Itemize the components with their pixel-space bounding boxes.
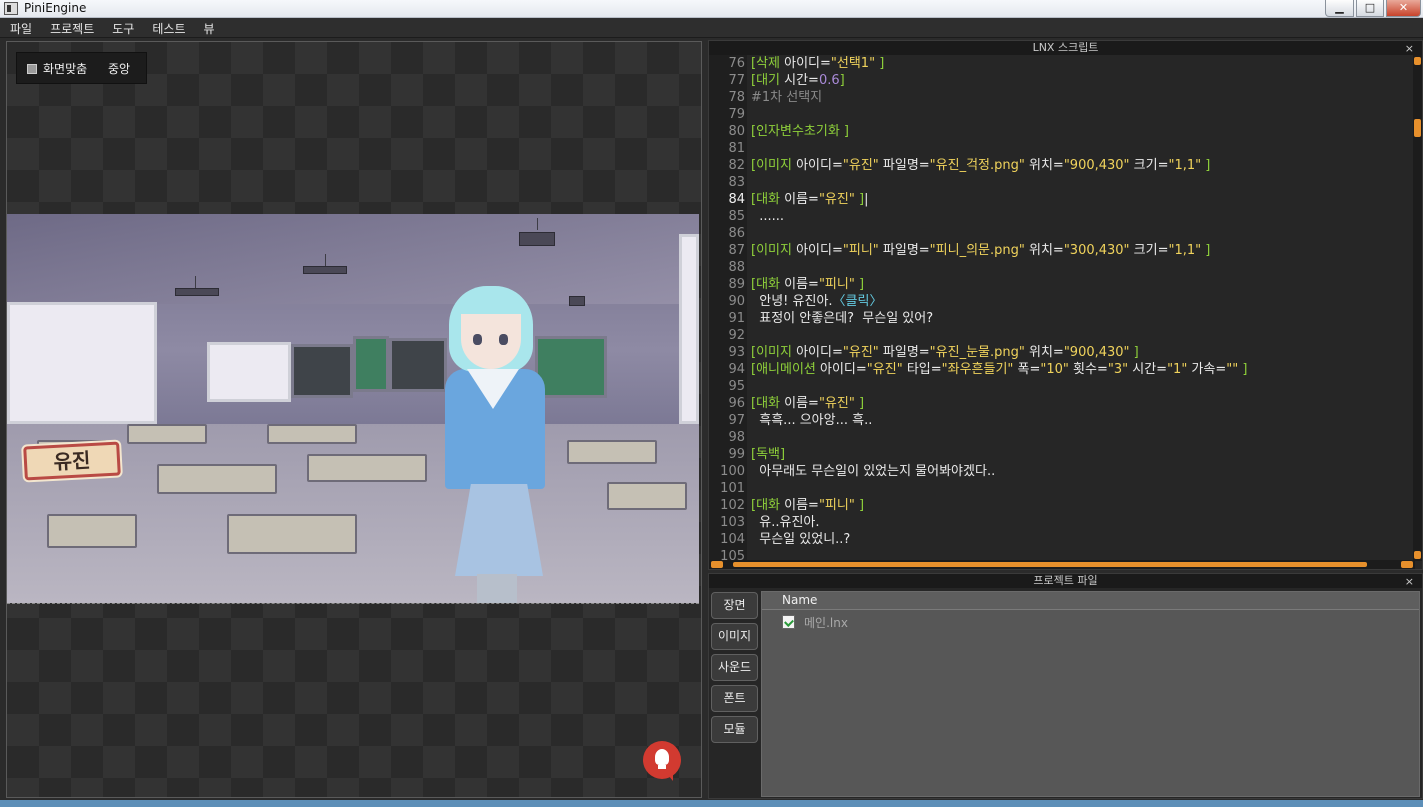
viewport-toolbar: 화면맞춤 중앙 [16, 52, 147, 84]
scroll-right-arrow[interactable] [1401, 561, 1413, 568]
code-line: 79 [728, 107, 745, 122]
blackboard [291, 344, 353, 398]
ceiling-lamp [519, 232, 555, 246]
scroll-down-arrow[interactable] [1414, 551, 1421, 559]
code-line-current: 84 [대화 이름="유진" ]| [728, 192, 869, 207]
project-files-panel: 프로젝트 파일 × 장면 이미지 사운드 폰트 모듈 Name 메인.lnx [708, 573, 1423, 799]
tab-modules[interactable]: 모듈 [711, 716, 758, 743]
code-line: 99 [독백] [728, 447, 786, 462]
classroom-ceiling [7, 214, 699, 304]
horizontal-scroll-thumb[interactable] [733, 562, 1367, 567]
code-line: 94 [애니메이션 아이디="유진" 타입="좌우흔들기" 폭="10" 횟수="… [728, 362, 1248, 377]
character-name-tag: 유진 [23, 441, 121, 481]
code-line: 88 [728, 260, 745, 275]
window-title: PiniEngine [24, 1, 87, 15]
code-line: 87 [이미지 아이디="피니" 파일명="피니_의문.png" 위치="300,… [728, 243, 1211, 258]
maximize-button[interactable]: □ [1356, 0, 1384, 17]
menu-view[interactable]: 뷰 [193, 18, 222, 38]
close-window-button[interactable]: ✕ [1386, 0, 1421, 17]
classroom-window [679, 234, 699, 424]
code-line: 104 무슨일 있었니..? [720, 532, 851, 547]
character-sprite-yujin [439, 284, 549, 603]
menu-tools[interactable]: 도구 [102, 18, 142, 38]
code-line: 83 [728, 175, 745, 190]
code-line: 92 [728, 328, 745, 343]
lnx-script-panel: LNX 스크립트 × 76 [삭제 아이디="선택1" ] 77 [대기 시간=0.… [708, 40, 1423, 570]
ceiling-lamp [569, 296, 585, 306]
code-line: 100 아무래도 무슨일이 있었는지 물어봐야겠다.. [720, 464, 996, 479]
code-line: 102 [대화 이름="피니" ] [720, 498, 865, 513]
app-icon [4, 2, 18, 15]
center-button[interactable]: 중앙 [108, 60, 130, 77]
close-script-panel-button[interactable]: × [1405, 42, 1414, 55]
file-name[interactable]: 메인.lnx [804, 614, 848, 631]
code-line: 76 [삭제 아이디="선택1" ] [728, 56, 885, 71]
code-line: 89 [대화 이름="피니" ] [728, 277, 865, 292]
fit-screen-label[interactable]: 화면맞춤 [43, 60, 87, 77]
code-line: 103 유..유진아. [720, 515, 820, 530]
code-line: 86 [728, 226, 745, 241]
ceiling-lamp [303, 266, 347, 274]
fit-screen-checkbox[interactable] [27, 64, 37, 74]
tab-scenes[interactable]: 장면 [711, 592, 758, 619]
chalkboard [353, 336, 389, 392]
game-scene-image: 유진 [7, 214, 699, 603]
menu-bar: 파일 프로젝트 도구 테스트 뷰 [0, 18, 1423, 38]
scene-preview-viewport[interactable]: 화면맞춤 중앙 유진 [6, 41, 702, 798]
code-line: 78 #1차 선택지 [728, 90, 823, 105]
menu-test[interactable]: 테스트 [142, 18, 193, 38]
script-vertical-scrollbar[interactable] [1413, 55, 1422, 561]
classroom-window [7, 302, 157, 424]
script-horizontal-scrollbar[interactable] [709, 560, 1415, 569]
code-line: 96 [대화 이름="유진" ] [728, 396, 865, 411]
scene-boundary-line [7, 603, 699, 604]
script-editor[interactable]: 76 [삭제 아이디="선택1" ] 77 [대기 시간=0.6] 78 #1차 선택… [709, 55, 1414, 561]
classroom-window [207, 342, 291, 402]
code-line: 97 흑흑... 으아앙... 흑.. [728, 413, 873, 428]
code-line: 90 안녕! 유진아.〈클릭〉 [728, 294, 883, 309]
code-line: 93 [이미지 아이디="유진" 파일명="유진_눈물.png" 위치="900,… [728, 345, 1139, 360]
character-name-text: 유진 [52, 448, 92, 474]
file-list-header[interactable]: Name [762, 592, 1419, 610]
minimize-button[interactable]: ▁ [1325, 0, 1354, 17]
lightbulb-hint-button[interactable] [643, 741, 681, 781]
script-panel-title: LNX 스크립트 [709, 41, 1422, 55]
scroll-thumb[interactable] [1414, 119, 1421, 137]
tab-fonts[interactable]: 폰트 [711, 685, 758, 712]
window-title-bar: PiniEngine ▁ □ ✕ [0, 0, 1423, 18]
code-line: 82 [이미지 아이디="유진" 파일명="유진_걱정.png" 위치="900,… [728, 158, 1211, 173]
code-line: 85 ...... [728, 209, 785, 224]
script-file-icon [782, 615, 795, 629]
code-line: 98 [728, 430, 745, 445]
lightbulb-icon [655, 749, 669, 765]
code-line: 77 [대기 시간=0.6] [728, 73, 845, 88]
status-bar [0, 800, 1423, 807]
code-line: 91 표정이 안좋은데? 무슨일 있어? [728, 311, 934, 326]
close-project-panel-button[interactable]: × [1405, 575, 1414, 588]
tab-sounds[interactable]: 사운드 [711, 654, 758, 681]
tab-images[interactable]: 이미지 [711, 623, 758, 650]
code-line: 95 [728, 379, 745, 394]
ceiling-lamp [175, 288, 219, 296]
project-panel-title: 프로젝트 파일 [709, 574, 1422, 588]
file-list[interactable]: Name 메인.lnx [761, 591, 1420, 797]
code-line: 80 [인자변수초기화 ] [728, 124, 849, 139]
scroll-up-arrow[interactable] [1414, 57, 1421, 65]
code-line: 101 [720, 481, 745, 496]
scroll-left-arrow[interactable] [711, 561, 723, 568]
menu-project[interactable]: 프로젝트 [40, 18, 102, 38]
code-line: 81 [728, 141, 745, 156]
name-column-header[interactable]: Name [782, 593, 817, 607]
menu-file[interactable]: 파일 [0, 18, 40, 38]
